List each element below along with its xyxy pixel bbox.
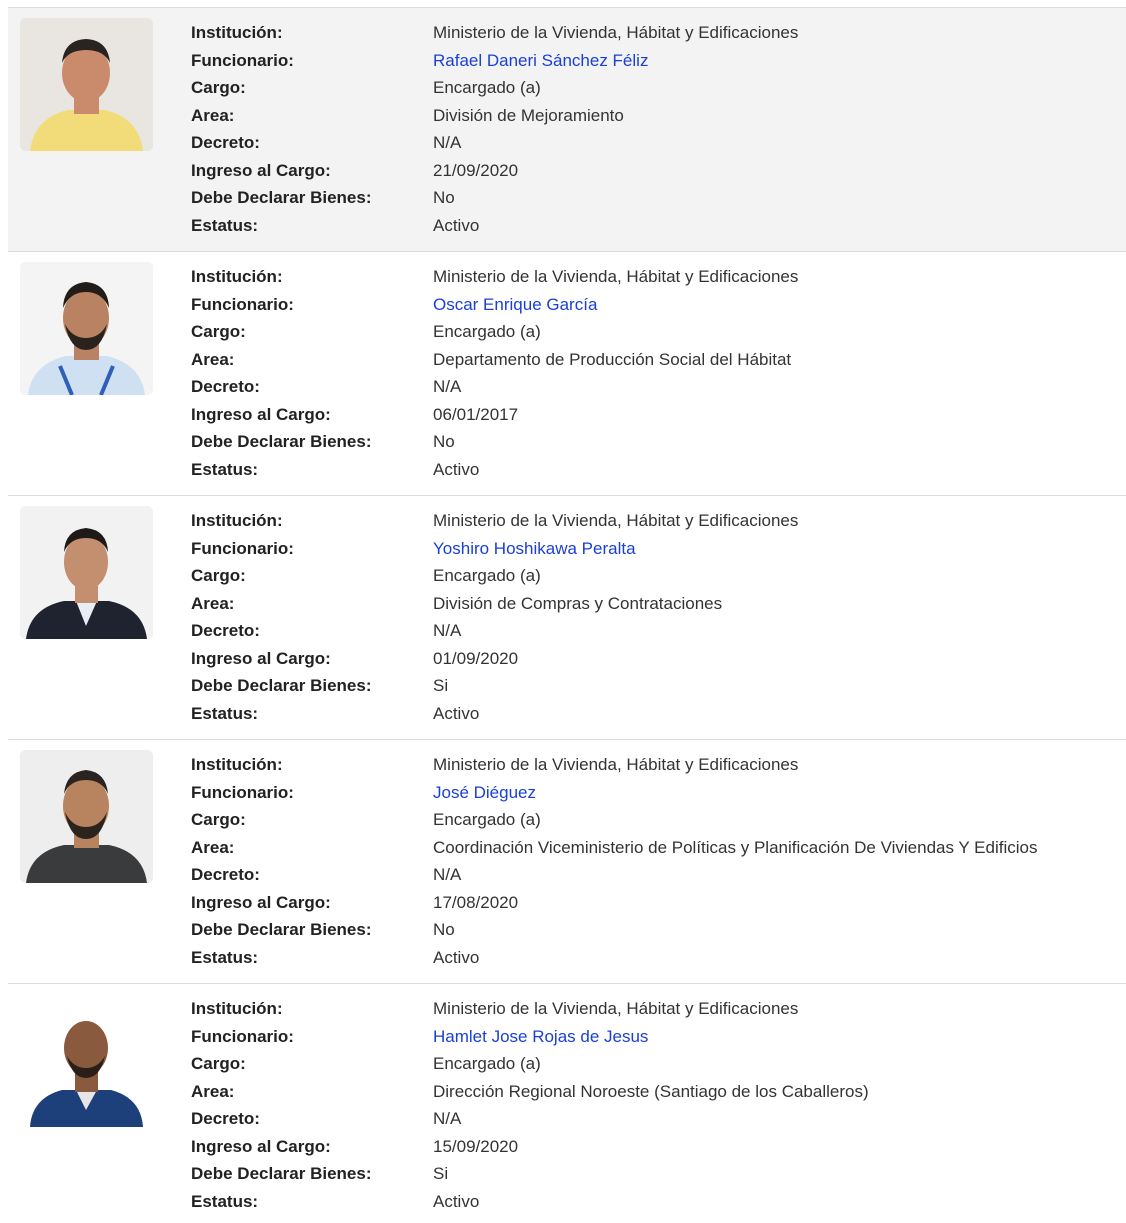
funcionario-link[interactable]: Oscar Enrique García <box>433 291 597 319</box>
funcionario-label: Funcionario: <box>191 538 294 558</box>
cargo-value: Encargado (a) <box>433 810 541 829</box>
area-value: División de Mejoramiento <box>433 105 624 125</box>
record-fields: Institución: Ministerio de la Vivienda, H… <box>191 751 1121 971</box>
ingreso-value: 06/01/2017 <box>433 404 519 424</box>
area-value: Dirección Regional Noroeste (Santiago de… <box>433 1081 869 1101</box>
cargo-label: Cargo: <box>191 78 246 97</box>
declarar-label: Debe Declarar Bienes: <box>191 1164 372 1183</box>
record-fields: Institución: Ministerio de la Vivienda, H… <box>191 507 1121 727</box>
decreto-label: Decreto: <box>191 1109 260 1128</box>
declarar-value: Si <box>433 676 449 695</box>
funcionario-link[interactable]: Yoshiro Hoshikawa Peralta <box>433 535 636 563</box>
estatus-value: Activo <box>433 215 480 235</box>
ingreso-value: 01/09/2020 <box>433 648 519 668</box>
estatus-label: Estatus: <box>191 947 259 967</box>
record-fields: Institución: Ministerio de la Vivienda, H… <box>191 995 1121 1215</box>
area-label: Area: <box>191 593 235 613</box>
estatus-label: Estatus: <box>191 703 259 723</box>
area-label: Area: <box>191 1081 235 1101</box>
ingreso-value: 15/09/2020 <box>433 1136 519 1156</box>
declarar-value: No <box>433 920 455 939</box>
area-label: Area: <box>191 349 235 369</box>
staff-record: Institución: Ministerio de la Vivienda, H… <box>8 7 1126 251</box>
ingreso-label: Ingreso al Cargo: <box>191 648 331 668</box>
record-fields: Institución: Ministerio de la Vivienda, H… <box>191 263 1121 483</box>
ingreso-label: Ingreso al Cargo: <box>191 160 331 180</box>
ingreso-label: Ingreso al Cargo: <box>191 1136 331 1156</box>
cargo-label: Cargo: <box>191 322 246 341</box>
decreto-value: N/A <box>433 865 462 884</box>
cargo-label: Cargo: <box>191 1054 246 1073</box>
estatus-value: Activo <box>433 703 480 723</box>
institucion-label: Institución: <box>191 999 283 1018</box>
area-label: Area: <box>191 837 235 857</box>
declarar-label: Debe Declarar Bienes: <box>191 432 372 451</box>
estatus-label: Estatus: <box>191 459 259 479</box>
funcionario-label: Funcionario: <box>191 294 294 314</box>
institucion-label: Institución: <box>191 267 283 286</box>
person-photo-icon <box>20 18 153 151</box>
ingreso-value: 21/09/2020 <box>433 160 519 180</box>
staff-list: Institución: Ministerio de la Vivienda, H… <box>8 7 1126 1215</box>
decreto-value: N/A <box>433 133 462 152</box>
cargo-label: Cargo: <box>191 810 246 829</box>
staff-record: Institución: Ministerio de la Vivienda, H… <box>8 495 1126 739</box>
staff-record: Institución: Ministerio de la Vivienda, H… <box>8 739 1126 983</box>
declarar-label: Debe Declarar Bienes: <box>191 676 372 695</box>
cargo-value: Encargado (a) <box>433 322 541 341</box>
person-photo-icon <box>20 262 153 395</box>
estatus-value: Activo <box>433 1191 480 1211</box>
cargo-value: Encargado (a) <box>433 1054 541 1073</box>
cargo-value: Encargado (a) <box>433 78 541 97</box>
declarar-value: No <box>433 432 455 451</box>
declarar-label: Debe Declarar Bienes: <box>191 188 372 207</box>
funcionario-label: Funcionario: <box>191 1026 294 1046</box>
institucion-label: Institución: <box>191 511 283 530</box>
institucion-label: Institución: <box>191 755 283 774</box>
declarar-value: No <box>433 188 455 207</box>
institucion-value: Ministerio de la Vivienda, Hábitat y Edi… <box>433 267 799 286</box>
area-value: División de Compras y Contrataciones <box>433 593 723 613</box>
person-photo-icon <box>20 750 153 883</box>
institucion-value: Ministerio de la Vivienda, Hábitat y Edi… <box>433 755 799 774</box>
institucion-value: Ministerio de la Vivienda, Hábitat y Edi… <box>433 511 799 530</box>
area-value: Coordinación Viceministerio de Políticas… <box>433 837 1038 857</box>
area-value: Departamento de Producción Social del Há… <box>433 349 792 369</box>
funcionario-label: Funcionario: <box>191 50 294 70</box>
ingreso-label: Ingreso al Cargo: <box>191 892 331 912</box>
area-label: Area: <box>191 105 235 125</box>
person-photo-icon <box>20 506 153 639</box>
funcionario-link[interactable]: Hamlet Jose Rojas de Jesus <box>433 1023 648 1051</box>
declarar-value: Si <box>433 1164 449 1183</box>
institucion-label: Institución: <box>191 23 283 42</box>
cargo-value: Encargado (a) <box>433 566 541 585</box>
ingreso-value: 17/08/2020 <box>433 892 519 912</box>
funcionario-link[interactable]: José Diéguez <box>433 779 536 807</box>
institucion-value: Ministerio de la Vivienda, Hábitat y Edi… <box>433 23 799 42</box>
estatus-label: Estatus: <box>191 1191 259 1211</box>
declarar-label: Debe Declarar Bienes: <box>191 920 372 939</box>
decreto-value: N/A <box>433 377 462 396</box>
institucion-value: Ministerio de la Vivienda, Hábitat y Edi… <box>433 999 799 1018</box>
staff-record: Institución: Ministerio de la Vivienda, H… <box>8 983 1126 1215</box>
decreto-label: Decreto: <box>191 865 260 884</box>
funcionario-label: Funcionario: <box>191 782 294 802</box>
decreto-label: Decreto: <box>191 133 260 152</box>
cargo-label: Cargo: <box>191 566 246 585</box>
estatus-value: Activo <box>433 947 480 967</box>
record-fields: Institución: Ministerio de la Vivienda, H… <box>191 19 1121 239</box>
estatus-label: Estatus: <box>191 215 259 235</box>
decreto-value: N/A <box>433 1109 462 1128</box>
person-photo-icon <box>20 994 153 1127</box>
staff-record: Institución: Ministerio de la Vivienda, H… <box>8 251 1126 495</box>
decreto-value: N/A <box>433 621 462 640</box>
decreto-label: Decreto: <box>191 377 260 396</box>
decreto-label: Decreto: <box>191 621 260 640</box>
ingreso-label: Ingreso al Cargo: <box>191 404 331 424</box>
estatus-value: Activo <box>433 459 480 479</box>
funcionario-link[interactable]: Rafael Daneri Sánchez Féliz <box>433 47 648 75</box>
